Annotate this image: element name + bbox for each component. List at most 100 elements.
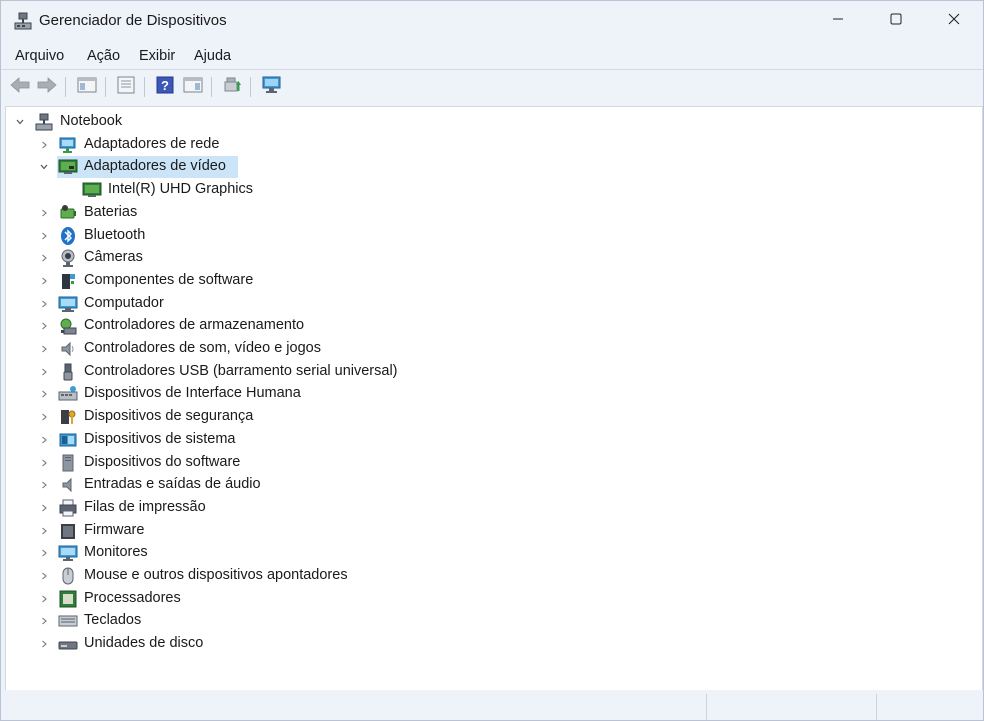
device-manager-app-icon: [13, 11, 33, 31]
menu-exibir[interactable]: Exibir: [139, 48, 175, 64]
network-adapter-icon: [58, 135, 78, 155]
chevron-down-icon[interactable]: [38, 156, 50, 178]
chevron-right-icon[interactable]: [38, 633, 50, 655]
tree-category[interactable]: Baterias: [6, 202, 566, 224]
properties-button[interactable]: [115, 76, 137, 98]
tree-category[interactable]: Mouse e outros dispositivos apontadores: [6, 565, 566, 587]
back-button[interactable]: [9, 76, 31, 98]
printer-icon: [58, 498, 78, 518]
tree-category[interactable]: Dispositivos de sistema: [6, 429, 566, 451]
chevron-right-icon[interactable]: [38, 202, 50, 224]
toolbar-separator: [65, 77, 66, 97]
camera-icon: [58, 248, 78, 268]
tree-category-label: Adaptadores de rede: [84, 135, 220, 152]
window-title: Gerenciador de Dispositivos: [39, 12, 227, 29]
toolbar-separator: [144, 77, 145, 97]
tree-category[interactable]: Bluetooth: [6, 225, 566, 247]
menu-arquivo[interactable]: Arquivo: [15, 48, 64, 64]
action-pane-button[interactable]: [182, 76, 204, 98]
chevron-right-icon[interactable]: [38, 406, 50, 428]
chevron-right-icon[interactable]: [38, 361, 50, 383]
title-bar: Gerenciador de Dispositivos: [1, 1, 983, 41]
update-driver-icon: [222, 76, 242, 99]
mouse-icon: [58, 566, 78, 586]
forward-icon: [37, 76, 57, 98]
minimize-button[interactable]: [809, 1, 867, 41]
tree-category-label: Dispositivos de segurança: [84, 408, 254, 425]
tree-category-label: Dispositivos de sistema: [84, 430, 236, 447]
tree-category-label: Componentes de software: [84, 271, 254, 288]
tree-category[interactable]: Dispositivos de Interface Humana: [6, 383, 566, 405]
console-tree-button[interactable]: [76, 76, 98, 98]
maximize-button[interactable]: [867, 1, 925, 41]
disk-drive-icon: [58, 634, 78, 654]
tree-device-label: Intel(R) UHD Graphics: [108, 181, 254, 198]
chevron-right-icon[interactable]: [38, 520, 50, 542]
tree-category[interactable]: Firmware: [6, 520, 566, 542]
tree-category[interactable]: Controladores USB (barramento serial uni…: [6, 361, 566, 383]
speaker-icon: [58, 339, 78, 359]
chevron-right-icon[interactable]: [38, 247, 50, 269]
device-tree[interactable]: Notebook Adaptadores de rede Adaptadores …: [5, 106, 983, 691]
chevron-right-icon[interactable]: [38, 588, 50, 610]
tree-category[interactable]: Controladores de som, vídeo e jogos: [6, 338, 566, 360]
tree-root-notebook[interactable]: Notebook: [6, 111, 306, 133]
chevron-right-icon[interactable]: [38, 565, 50, 587]
tree-category[interactable]: Filas de impressão: [6, 497, 566, 519]
tree-category-label: Dispositivos de Interface Humana: [84, 385, 301, 402]
bluetooth-icon: [58, 226, 78, 246]
scan-hardware-button[interactable]: [261, 76, 283, 98]
tree-category[interactable]: Teclados: [6, 610, 566, 632]
tree-category[interactable]: Entradas e saídas de áudio: [6, 474, 566, 496]
tree-category[interactable]: Componentes de software: [6, 270, 566, 292]
chevron-right-icon[interactable]: [38, 134, 50, 156]
action-pane-icon: [183, 76, 203, 99]
tree-device-item[interactable]: Intel(R) UHD Graphics: [6, 179, 406, 201]
tree-category[interactable]: Unidades de disco: [6, 633, 566, 655]
tree-category-label: Baterias: [84, 203, 138, 220]
chevron-right-icon[interactable]: [38, 338, 50, 360]
tree-category[interactable]: Controladores de armazenamento: [6, 315, 566, 337]
tree-category[interactable]: Processadores: [6, 588, 566, 610]
status-divider: [706, 694, 707, 720]
chevron-right-icon[interactable]: [38, 315, 50, 337]
tree-category[interactable]: Dispositivos de segurança: [6, 406, 566, 428]
system-device-icon: [58, 430, 78, 450]
chevron-right-icon[interactable]: [38, 474, 50, 496]
chevron-right-icon[interactable]: [38, 383, 50, 405]
usb-icon: [58, 362, 78, 382]
tree-category[interactable]: Adaptadores de vídeo: [6, 156, 566, 179]
toolbar-separator: [211, 77, 212, 97]
chevron-down-icon[interactable]: [14, 111, 26, 133]
chevron-right-icon[interactable]: [38, 270, 50, 292]
forward-button[interactable]: [36, 76, 58, 98]
menu-acao[interactable]: Ação: [87, 48, 120, 64]
chevron-right-icon[interactable]: [38, 497, 50, 519]
chevron-right-icon[interactable]: [38, 452, 50, 474]
tree-category-label: Controladores de armazenamento: [84, 317, 305, 334]
tree-category-label: Dispositivos do software: [84, 453, 241, 470]
chevron-right-icon[interactable]: [38, 225, 50, 247]
close-button[interactable]: [925, 1, 983, 41]
tree-category-label: Unidades de disco: [84, 635, 204, 652]
tree-category[interactable]: Dispositivos do software: [6, 452, 566, 474]
chevron-right-icon[interactable]: [38, 429, 50, 451]
tree-root-label: Notebook: [60, 113, 123, 129]
tree-category-label: Controladores de som, vídeo e jogos: [84, 340, 321, 356]
chevron-right-icon[interactable]: [38, 542, 50, 564]
help-button[interactable]: ?: [154, 76, 176, 98]
tree-category[interactable]: Monitores: [6, 542, 566, 564]
tree-category[interactable]: Adaptadores de rede: [6, 134, 566, 156]
tree-category[interactable]: Computador: [6, 293, 566, 315]
software-component-icon: [58, 271, 78, 291]
update-driver-button[interactable]: [221, 76, 243, 98]
computer-icon: [58, 294, 78, 314]
computer-tree-root-icon: [34, 112, 54, 132]
properties-icon: [116, 76, 136, 99]
menu-ajuda[interactable]: Ajuda: [194, 48, 231, 64]
chevron-right-icon[interactable]: [38, 610, 50, 632]
tree-category[interactable]: Câmeras: [6, 247, 566, 269]
security-key-icon: [58, 407, 78, 427]
chevron-right-icon[interactable]: [38, 293, 50, 315]
gpu-device-icon: [82, 180, 102, 200]
